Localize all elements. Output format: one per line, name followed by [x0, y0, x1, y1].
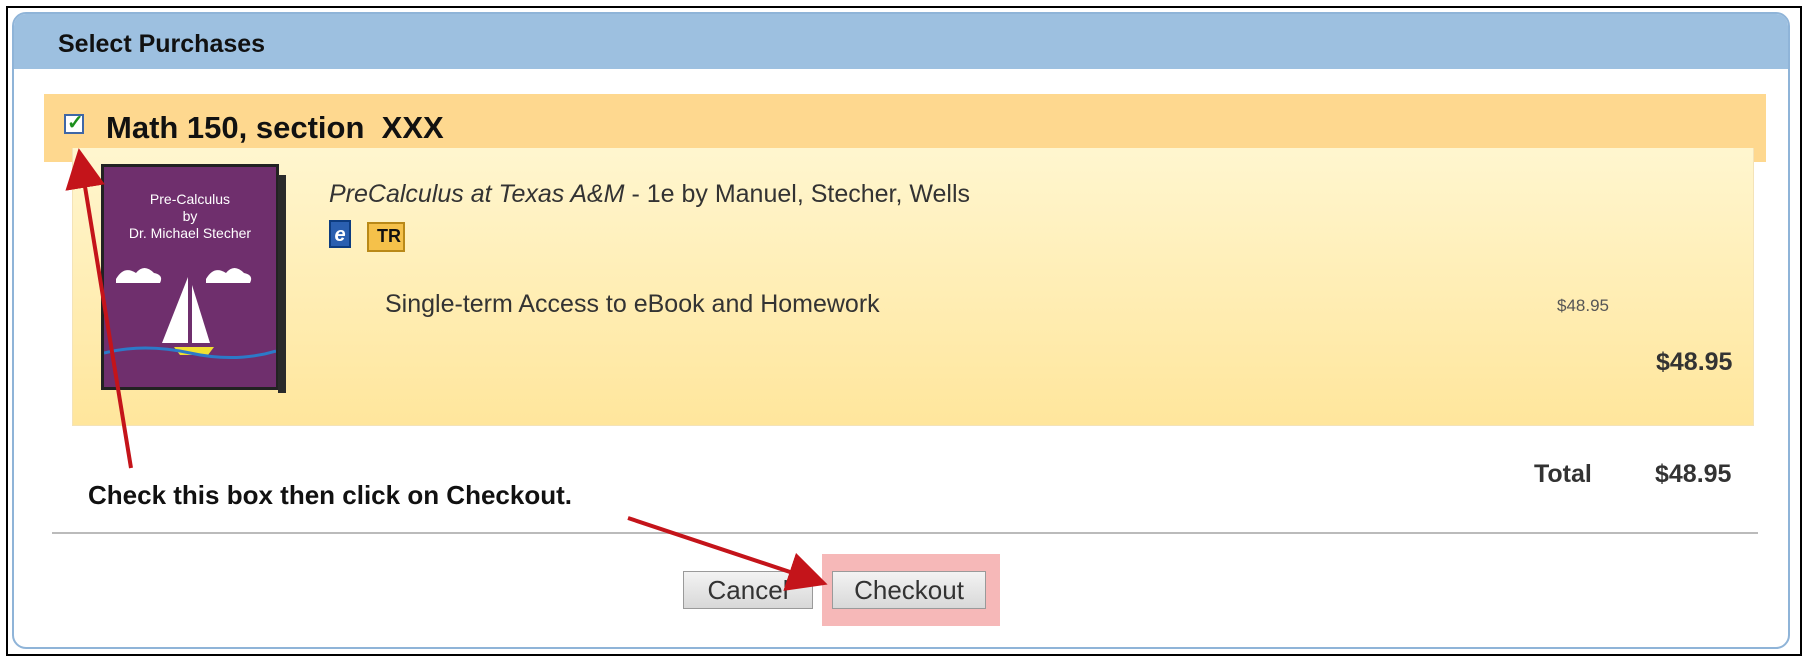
course-title: Math 150, section XXX [106, 110, 444, 145]
cover-line-title: Pre-Calculus [149, 191, 231, 207]
tr-folder-icon[interactable]: TR [367, 222, 405, 252]
instruction-annotation: Check this box then click on Checkout. [88, 480, 572, 510]
cover-line-by: by [182, 208, 198, 224]
book-cover: Pre-Calculus by Dr. Michael Stecher [101, 164, 286, 393]
book-cover-text: Pre-Calculus by Dr. Michael Stecher [104, 191, 276, 242]
access-item-price: $48.95 [1557, 296, 1609, 315]
total-value: $48.95 [1655, 460, 1732, 488]
book-title: PreCalculus at Texas A&M - 1e by Manuel,… [329, 180, 970, 209]
book-title-edition: - 1e by Manuel, Stecher, Wells [624, 180, 971, 208]
footer-divider [52, 532, 1758, 534]
course-checkbox[interactable]: ✓ [64, 112, 84, 134]
panel-header: Select Purchases [14, 14, 1788, 69]
product-box: Pre-Calculus by Dr. Michael Stecher PreC… [72, 148, 1754, 426]
item-subtotal: $48.95 [1656, 348, 1733, 376]
total-label: Total [1534, 460, 1592, 488]
cover-line-author: Dr. Michael Stecher [128, 225, 252, 241]
panel-title: Select Purchases [58, 30, 266, 58]
sailboat-illustration [104, 268, 276, 359]
book-title-name: PreCalculus at Texas A&M [329, 180, 625, 208]
cancel-button[interactable]: Cancel [683, 571, 813, 609]
checkout-button[interactable]: Checkout [832, 571, 986, 609]
check-mark-icon: ✓ [67, 112, 84, 134]
access-item-label: Single-term Access to eBook and Homework [385, 290, 880, 318]
book-spine [278, 175, 286, 393]
ebook-icon[interactable]: e [329, 220, 351, 248]
